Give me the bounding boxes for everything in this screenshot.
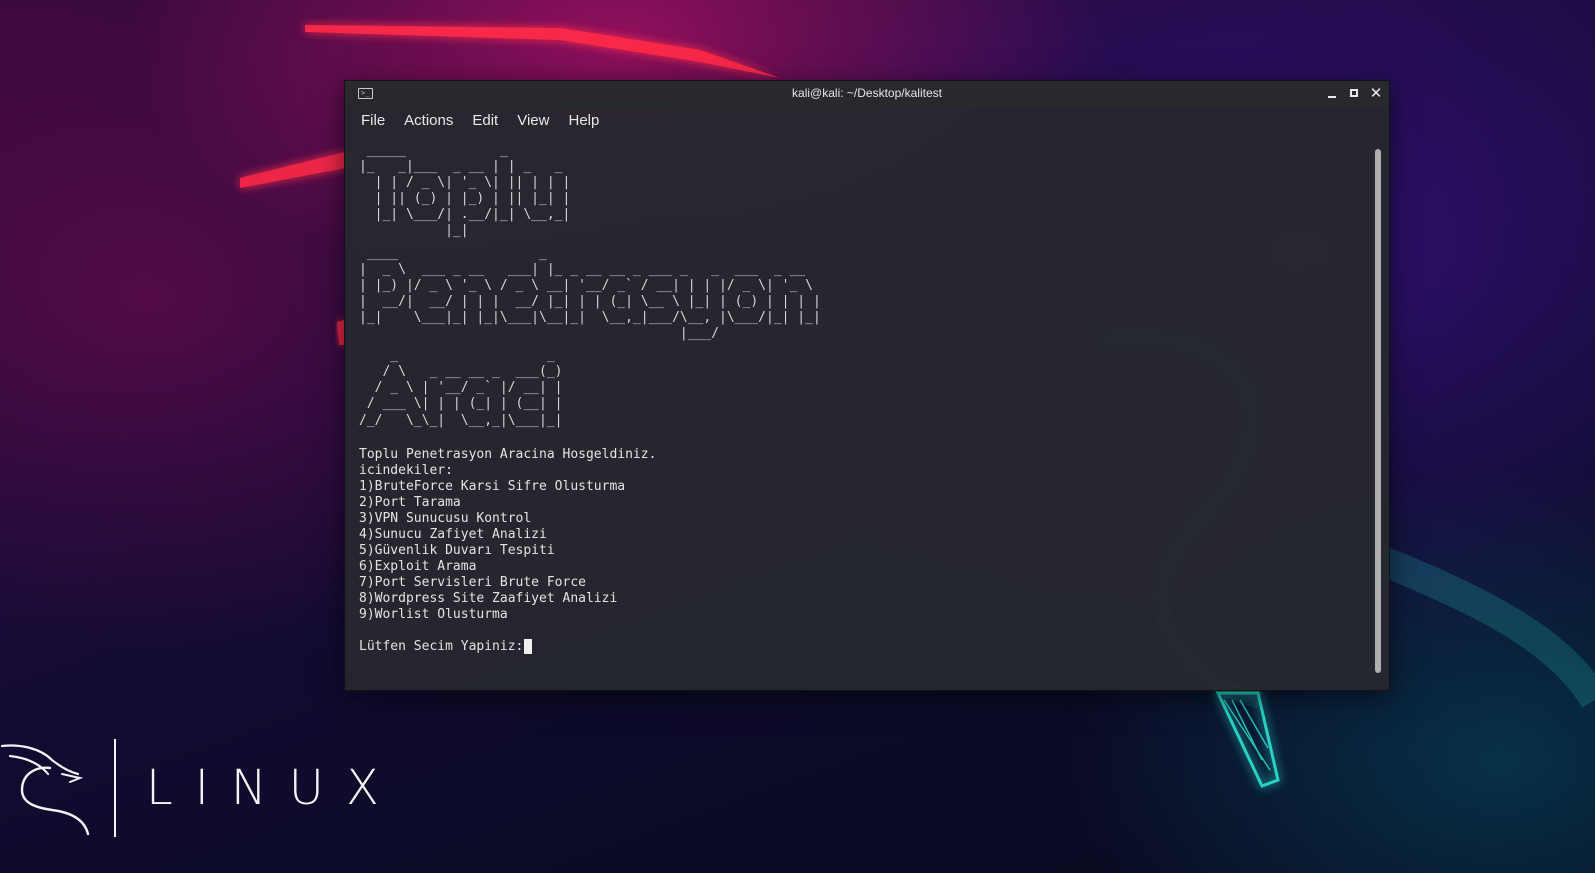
window-title: kali@kali: ~/Desktop/kalitest — [792, 86, 942, 100]
brand-wordmark: LINUX — [146, 760, 401, 816]
menu-file[interactable]: File — [361, 112, 385, 129]
maximize-button[interactable] — [1345, 84, 1363, 102]
menu-option-8: 8)Wordpress Site Zaafiyet Analizi — [359, 590, 618, 606]
vertical-scrollbar[interactable] — [1375, 149, 1381, 673]
menu-edit[interactable]: Edit — [472, 112, 498, 129]
menu-help[interactable]: Help — [568, 112, 599, 129]
minimize-icon — [1328, 96, 1336, 98]
ascii-banner-toplu: _____ _ |_ _|___ _ __ | | _ _ | | / _ \|… — [359, 143, 571, 239]
menu-option-2: 2)Port Tarama — [359, 494, 461, 510]
minimize-button[interactable] — [1323, 84, 1341, 102]
menu-option-4: 4)Sunucu Zafiyet Analizi — [359, 526, 547, 542]
menu-option-3: 3)VPN Sunucusu Kontrol — [359, 510, 532, 526]
terminal-output[interactable]: _____ _ |_ _|___ _ __ | | _ _ | | / _ \|… — [359, 143, 1359, 683]
brand-divider — [114, 739, 116, 837]
ascii-banner-araci: _ _ / \ _ __ __ _ ___(_) / _ \ | '__/ _`… — [359, 348, 563, 428]
menu-option-7: 7)Port Servisleri Brute Force — [359, 574, 586, 590]
welcome-line: Toplu Penetrasyon Aracina Hosgeldiniz. — [359, 446, 657, 462]
menu-view[interactable]: View — [517, 112, 549, 129]
close-button[interactable]: ✕ — [1367, 84, 1385, 102]
ascii-banner-penetrasyon: ____ _ | _ \ ___ _ __ ___| |_ _ __ __ _ … — [359, 245, 821, 342]
window-titlebar[interactable]: >_ kali@kali: ~/Desktop/kalitest ✕ — [345, 81, 1389, 107]
menu-actions[interactable]: Actions — [404, 112, 453, 129]
text-cursor — [524, 639, 533, 655]
terminal-window[interactable]: >_ kali@kali: ~/Desktop/kalitest ✕ File … — [344, 80, 1390, 691]
menu-option-9: 9)Worlist Olusturma — [359, 606, 508, 622]
contents-label: icindekiler: — [359, 462, 453, 478]
close-icon: ✕ — [1369, 84, 1383, 102]
desktop-brand: LINUX — [0, 738, 401, 838]
prompt-text: Lütfen Secim Yapiniz: — [359, 638, 524, 654]
menu-option-5: 5)Güvenlik Duvarı Tespiti — [359, 542, 555, 558]
maximize-icon — [1350, 89, 1358, 97]
kali-dragon-icon — [0, 744, 90, 836]
input-prompt-line[interactable]: Lütfen Secim Yapiniz: — [359, 639, 1359, 655]
menu-bar: File Actions Edit View Help — [345, 107, 1389, 133]
menu-option-6: 6)Exploit Arama — [359, 558, 477, 574]
menu-option-1: 1)BruteForce Karsi Sifre Olusturma — [359, 478, 626, 494]
